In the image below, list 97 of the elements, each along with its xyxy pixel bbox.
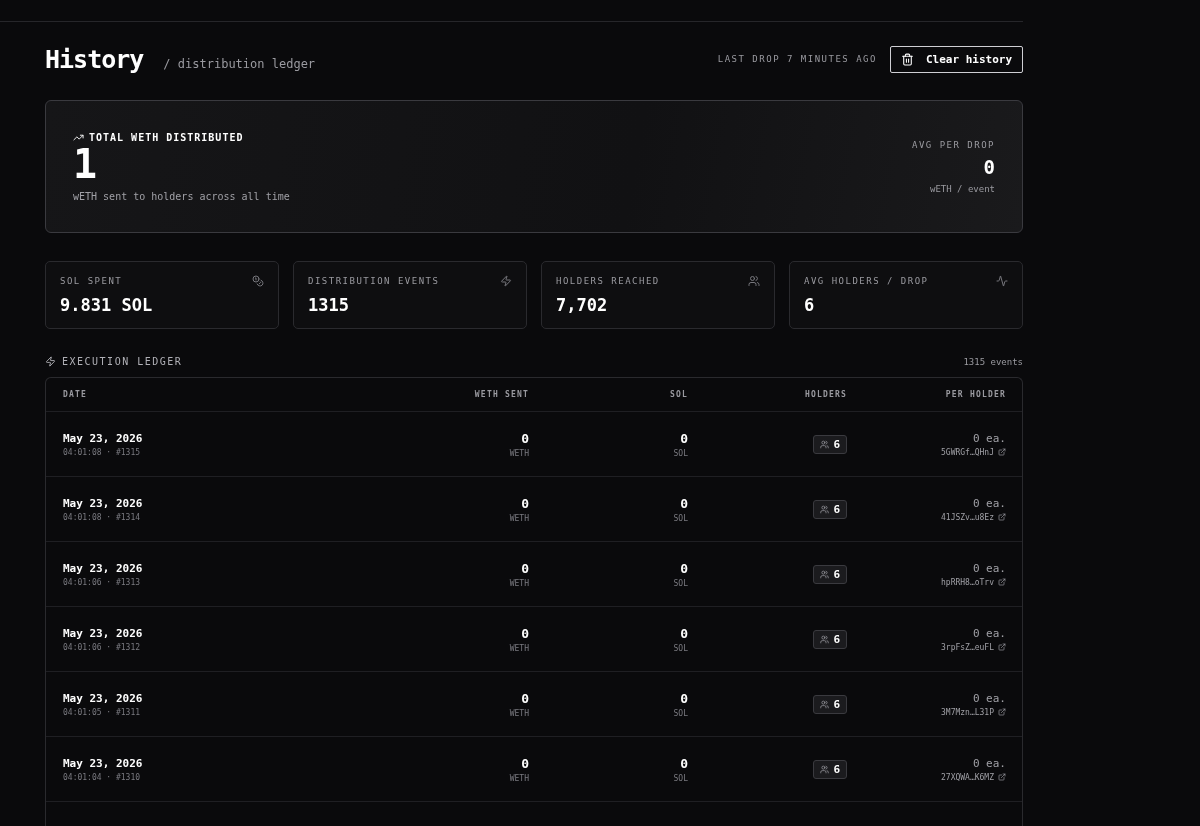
holders-badge: 6 — [813, 499, 847, 519]
time-text: 04:01:06 · #1313 — [63, 577, 141, 587]
sol-amount: 0 — [680, 690, 688, 706]
weth-amount: 0 — [521, 495, 529, 511]
time-text: 04:01:04 · #1310 — [63, 772, 141, 782]
external-link-icon — [998, 773, 1006, 781]
column-header: DATE — [63, 390, 88, 399]
holders-badge: 6 — [813, 759, 847, 779]
external-link-icon — [998, 448, 1006, 456]
holders-badge: 6 — [813, 564, 847, 584]
external-link-icon — [998, 643, 1006, 651]
column-header: HOLDERS — [804, 390, 847, 399]
transaction-link[interactable]: 3rpFsZ…euFL — [941, 642, 1006, 652]
lightning-icon — [500, 275, 512, 287]
holders-badge: 6 — [813, 694, 847, 714]
users-icon — [820, 439, 830, 449]
time-text: 04:01:08 · #1315 — [63, 447, 141, 457]
total-caption: wETH sent to holders across all time — [73, 190, 290, 202]
weth-amount: 0 — [521, 690, 529, 706]
weth-unit: WETH — [509, 773, 529, 783]
clear-history-button[interactable]: Clear history — [889, 45, 1023, 73]
stat-value: 9.831 SOL — [60, 295, 154, 315]
sol-unit: SOL — [673, 578, 688, 588]
weth-amount: 0 — [521, 430, 529, 446]
per-holder-amount: 0 ea. — [972, 691, 1006, 705]
sol-unit: SOL — [673, 708, 688, 718]
sol-unit: SOL — [673, 643, 688, 653]
stat-value: 7,702 — [556, 295, 609, 315]
external-link-icon — [998, 708, 1006, 716]
avg-caption: wETH / event — [929, 183, 995, 194]
users-icon — [820, 764, 830, 774]
weth-unit: WETH — [509, 513, 529, 523]
time-text: 04:01:05 · #1311 — [63, 707, 141, 717]
stat-label: SOL SPENT — [60, 276, 123, 286]
weth-unit: WETH — [509, 643, 529, 653]
holders-badge: 6 — [813, 629, 847, 649]
coins-icon — [252, 275, 264, 287]
per-holder-amount: 0 ea. — [972, 756, 1006, 770]
holders-badge: 6 — [813, 434, 847, 454]
date-text: May 23, 2026 — [63, 626, 143, 640]
total-value: 1 — [73, 142, 98, 185]
sol-amount: 0 — [680, 625, 688, 641]
event-count: 1315 events — [963, 356, 1023, 367]
per-holder-amount: 0 ea. — [972, 561, 1006, 575]
per-holder-amount: 0 ea. — [972, 431, 1006, 445]
sol-amount: 0 — [680, 755, 688, 771]
lightning-icon — [45, 356, 56, 367]
date-text: May 23, 2026 — [63, 496, 143, 510]
per-holder-amount: 0 ea. — [972, 626, 1006, 640]
weth-amount: 0 — [521, 755, 529, 771]
date-text: May 23, 2026 — [63, 431, 143, 445]
external-link-icon — [998, 513, 1006, 521]
sol-unit: SOL — [673, 513, 688, 523]
users-icon — [820, 634, 830, 644]
stat-label: DISTRIBUTION EVENTS — [308, 276, 440, 286]
page-title: History — [45, 44, 144, 74]
date-text: May 23, 2026 — [63, 691, 143, 705]
ledger-title: EXECUTION LEDGER — [62, 356, 183, 367]
last-drop-text: LAST DROP 7 MINUTES AGO — [717, 54, 877, 64]
column-header: PER HOLDER — [945, 390, 1006, 399]
weth-amount: 0 — [521, 560, 529, 576]
avg-value: 0 — [983, 155, 995, 178]
transaction-link[interactable]: 27XQWA…K6MZ — [941, 772, 1006, 782]
trash-icon — [900, 52, 914, 66]
users-icon — [820, 569, 830, 579]
users-icon — [820, 504, 830, 514]
transaction-link[interactable]: 5GWRGf…QHnJ — [941, 447, 1006, 457]
sol-amount: 0 — [680, 495, 688, 511]
stat-label: AVG HOLDERS / DROP — [804, 276, 929, 286]
users-icon — [748, 275, 760, 287]
external-link-icon — [998, 578, 1006, 586]
weth-unit: WETH — [509, 708, 529, 718]
date-text: May 23, 2026 — [63, 756, 143, 770]
users-icon — [820, 699, 830, 709]
transaction-link[interactable]: hpRRH8…oTrv — [941, 577, 1006, 587]
weth-amount: 0 — [521, 625, 529, 641]
page-subtitle: / distribution ledger — [163, 56, 316, 71]
date-text: May 23, 2026 — [63, 561, 143, 575]
sol-amount: 0 — [680, 430, 688, 446]
column-header: WETH SENT — [474, 390, 529, 399]
transaction-link[interactable]: 41JSZv…u8Ez — [941, 512, 1006, 522]
sol-amount: 0 — [680, 560, 688, 576]
time-text: 04:01:06 · #1312 — [63, 642, 141, 652]
weth-unit: WETH — [509, 578, 529, 588]
column-header: SOL — [669, 390, 688, 399]
stat-value: 1315 — [308, 295, 350, 315]
sol-unit: SOL — [673, 773, 688, 783]
time-text: 04:01:08 · #1314 — [63, 512, 141, 522]
transaction-link[interactable]: 3M7Mzn…L31P — [941, 707, 1006, 717]
stat-value: 6 — [804, 295, 816, 315]
per-holder-amount: 0 ea. — [972, 496, 1006, 510]
avg-label: AVG PER DROP — [911, 139, 995, 150]
stat-label: HOLDERS REACHED — [556, 276, 660, 286]
weth-unit: WETH — [509, 448, 529, 458]
sol-unit: SOL — [673, 448, 688, 458]
pulse-icon — [996, 275, 1008, 287]
total-label-text: TOTAL WETH DISTRIBUTED — [89, 131, 244, 143]
